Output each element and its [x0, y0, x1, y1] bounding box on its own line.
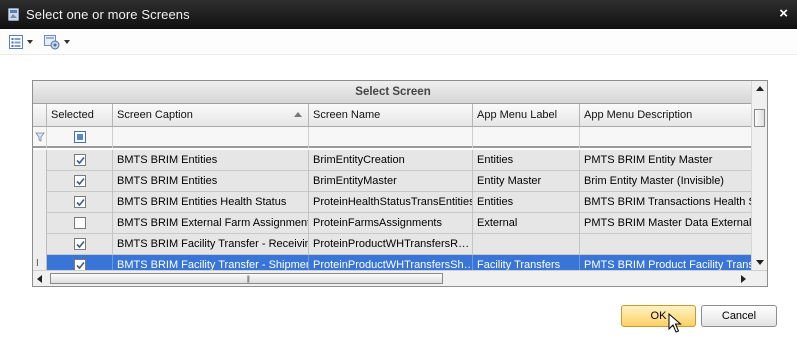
- app-menu-label-cell: Entities: [473, 150, 580, 171]
- column-header-label: Screen Caption: [117, 109, 193, 121]
- app-menu-description-cell: PMTS BRIM Entity Master: [584, 154, 713, 166]
- screen-options-icon: [44, 34, 60, 49]
- grip-icon: |||: [246, 276, 251, 283]
- list-view-icon: [9, 35, 23, 49]
- app-icon: [8, 8, 19, 21]
- column-header-selected[interactable]: Selected: [47, 104, 113, 127]
- table-row[interactable]: BMTS BRIM Entities BrimEntityCreation En…: [33, 150, 753, 171]
- title-bar: Select one or more Screens ×: [0, 0, 797, 29]
- selected-cell: [47, 150, 113, 171]
- screen-options-button[interactable]: [44, 33, 70, 51]
- table-row[interactable]: BMTS BRIM Entities BrimEntityMaster Enti…: [33, 171, 753, 192]
- column-header-screen-caption[interactable]: Screen Caption: [113, 104, 309, 127]
- scroll-down-icon[interactable]: [756, 260, 764, 265]
- row-checkbox[interactable]: [74, 175, 86, 187]
- cancel-button[interactable]: Cancel: [701, 305, 777, 327]
- filter-screen-caption[interactable]: [113, 127, 309, 148]
- filter-row: [33, 127, 753, 148]
- row-indicator-header: [33, 104, 47, 127]
- app-menu-label-cell: External: [473, 213, 580, 234]
- sort-ascending-icon: [294, 112, 302, 117]
- screen-name-cell: BrimEntityMaster: [309, 171, 473, 192]
- vertical-scrollbar[interactable]: [751, 81, 767, 270]
- row-checkbox[interactable]: [74, 238, 86, 250]
- checkmark-icon: [75, 156, 85, 164]
- screen-caption-cell: BMTS BRIM Facility Transfer - Receiving: [113, 234, 309, 255]
- screen-caption-cell: BMTS BRIM Entities: [113, 150, 309, 171]
- row-indicator: [33, 150, 47, 171]
- checkmark-icon: [75, 261, 85, 269]
- row-checkbox[interactable]: [74, 196, 86, 208]
- column-headers: Selected Screen Caption Screen Name App …: [33, 104, 753, 127]
- list-view-button[interactable]: [9, 33, 33, 51]
- checkmark-icon: [75, 177, 85, 185]
- app-menu-description-cell: PMTS BRIM Master Data External Fa: [584, 217, 753, 229]
- filter-screen-name[interactable]: [309, 127, 473, 148]
- column-header-app-menu-description[interactable]: App Menu Description: [580, 104, 753, 127]
- filter-icon: [35, 132, 45, 142]
- app-menu-description-cell: [580, 234, 753, 255]
- row-indicator: [33, 192, 47, 213]
- grid-group-header: Select Screen: [33, 81, 753, 104]
- screen-name-cell: ProteinHealthStatusTransEntities: [309, 192, 473, 213]
- screen-name-cell: ProteinProductWHTransfersR…: [309, 234, 473, 255]
- column-header-screen-name[interactable]: Screen Name: [309, 104, 473, 127]
- chevron-down-icon: [27, 40, 33, 44]
- screen-caption-cell: BMTS BRIM Entities: [113, 171, 309, 192]
- row-indicator: [33, 213, 47, 234]
- app-menu-description-cell: Brim Entity Master (Invisible): [584, 175, 724, 187]
- horizontal-scrollbar[interactable]: |||: [33, 270, 767, 286]
- selected-cell: [47, 192, 113, 213]
- close-icon[interactable]: ×: [779, 5, 788, 22]
- app-menu-label-cell: Entities: [473, 192, 580, 213]
- scroll-left-icon[interactable]: [37, 275, 42, 283]
- scroll-up-icon[interactable]: [756, 86, 764, 91]
- app-menu-label-cell: [473, 234, 580, 255]
- filter-icon-cell[interactable]: [33, 127, 47, 148]
- scroll-right-icon[interactable]: [741, 275, 746, 283]
- selected-cell: [47, 171, 113, 192]
- vertical-scroll-thumb[interactable]: [754, 109, 765, 127]
- screen-name-cell: BrimEntityCreation: [309, 150, 473, 171]
- filter-selected-cell[interactable]: [47, 127, 113, 148]
- checkmark-icon: [75, 240, 85, 248]
- checkmark-icon: [75, 198, 85, 206]
- table-row[interactable]: BMTS BRIM External Farm Assignments Prot…: [33, 213, 753, 234]
- mouse-pointer-icon: [668, 313, 682, 333]
- table-row[interactable]: BMTS BRIM Entities Health Status Protein…: [33, 192, 753, 213]
- table-row[interactable]: BMTS BRIM Facility Transfer - Receiving …: [33, 234, 753, 255]
- selected-cell: [47, 234, 113, 255]
- column-header-app-menu-label[interactable]: App Menu Label: [473, 104, 580, 127]
- chevron-down-icon: [64, 40, 70, 44]
- row-indicator: [33, 171, 47, 192]
- row-checkbox[interactable]: [74, 154, 86, 166]
- ok-button[interactable]: OK: [621, 305, 696, 327]
- filter-app-menu-label[interactable]: [473, 127, 580, 148]
- app-menu-description-cell: BMTS BRIM Transactions Health Sta: [584, 196, 753, 208]
- screen-caption-cell: BMTS BRIM Entities Health Status: [113, 192, 309, 213]
- filter-checkbox-indeterminate-icon[interactable]: [74, 131, 86, 143]
- selected-cell: [47, 213, 113, 234]
- screens-grid: Select Screen Selected Screen Caption Sc…: [32, 80, 768, 287]
- app-menu-label-cell: Entity Master: [473, 171, 580, 192]
- text-cursor-icon: I: [36, 258, 39, 269]
- row-indicator: [33, 234, 47, 255]
- horizontal-scroll-thumb[interactable]: |||: [50, 273, 443, 284]
- toolbar: [0, 29, 797, 55]
- row-checkbox[interactable]: [74, 217, 86, 229]
- window-title: Select one or more Screens: [26, 7, 190, 22]
- filter-app-menu-description[interactable]: [580, 127, 753, 148]
- screen-caption-cell: BMTS BRIM External Farm Assignments: [113, 213, 309, 234]
- screen-name-cell: ProteinFarmsAssignments: [309, 213, 473, 234]
